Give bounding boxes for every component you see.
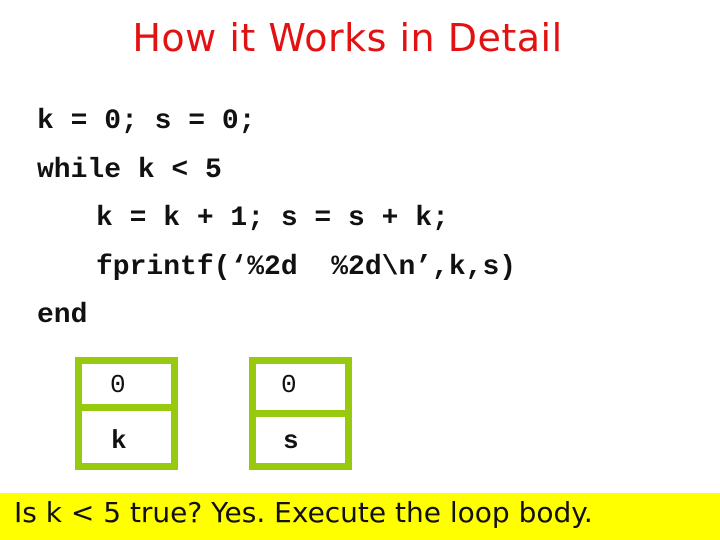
variable-value: 0 [110,370,126,400]
box-divider [256,410,345,417]
variable-box-s: 0 s [249,357,352,470]
variable-name: k [111,426,127,456]
variable-name: s [283,426,299,456]
variable-value: 0 [281,370,297,400]
code-line-fprintf: fprintf(‘%2d %2d\n’,k,s) [96,251,517,283]
code-block: k = 0; s = 0; while k < 5 k = k + 1; s =… [37,98,516,341]
code-line-update: k = k + 1; s = s + k; [96,203,449,234]
code-line-init: k = 0; s = 0; [37,106,256,137]
slide-title: How it Works in Detail [132,16,563,60]
status-banner: Is k < 5 true? Yes. Execute the loop bod… [0,493,720,540]
code-line-while: while k < 5 [37,154,222,186]
variable-box-k: 0 k [75,357,178,470]
code-line-end: end [37,300,88,331]
box-divider [82,404,171,411]
status-text: Is k < 5 true? Yes. Execute the loop bod… [14,496,593,529]
